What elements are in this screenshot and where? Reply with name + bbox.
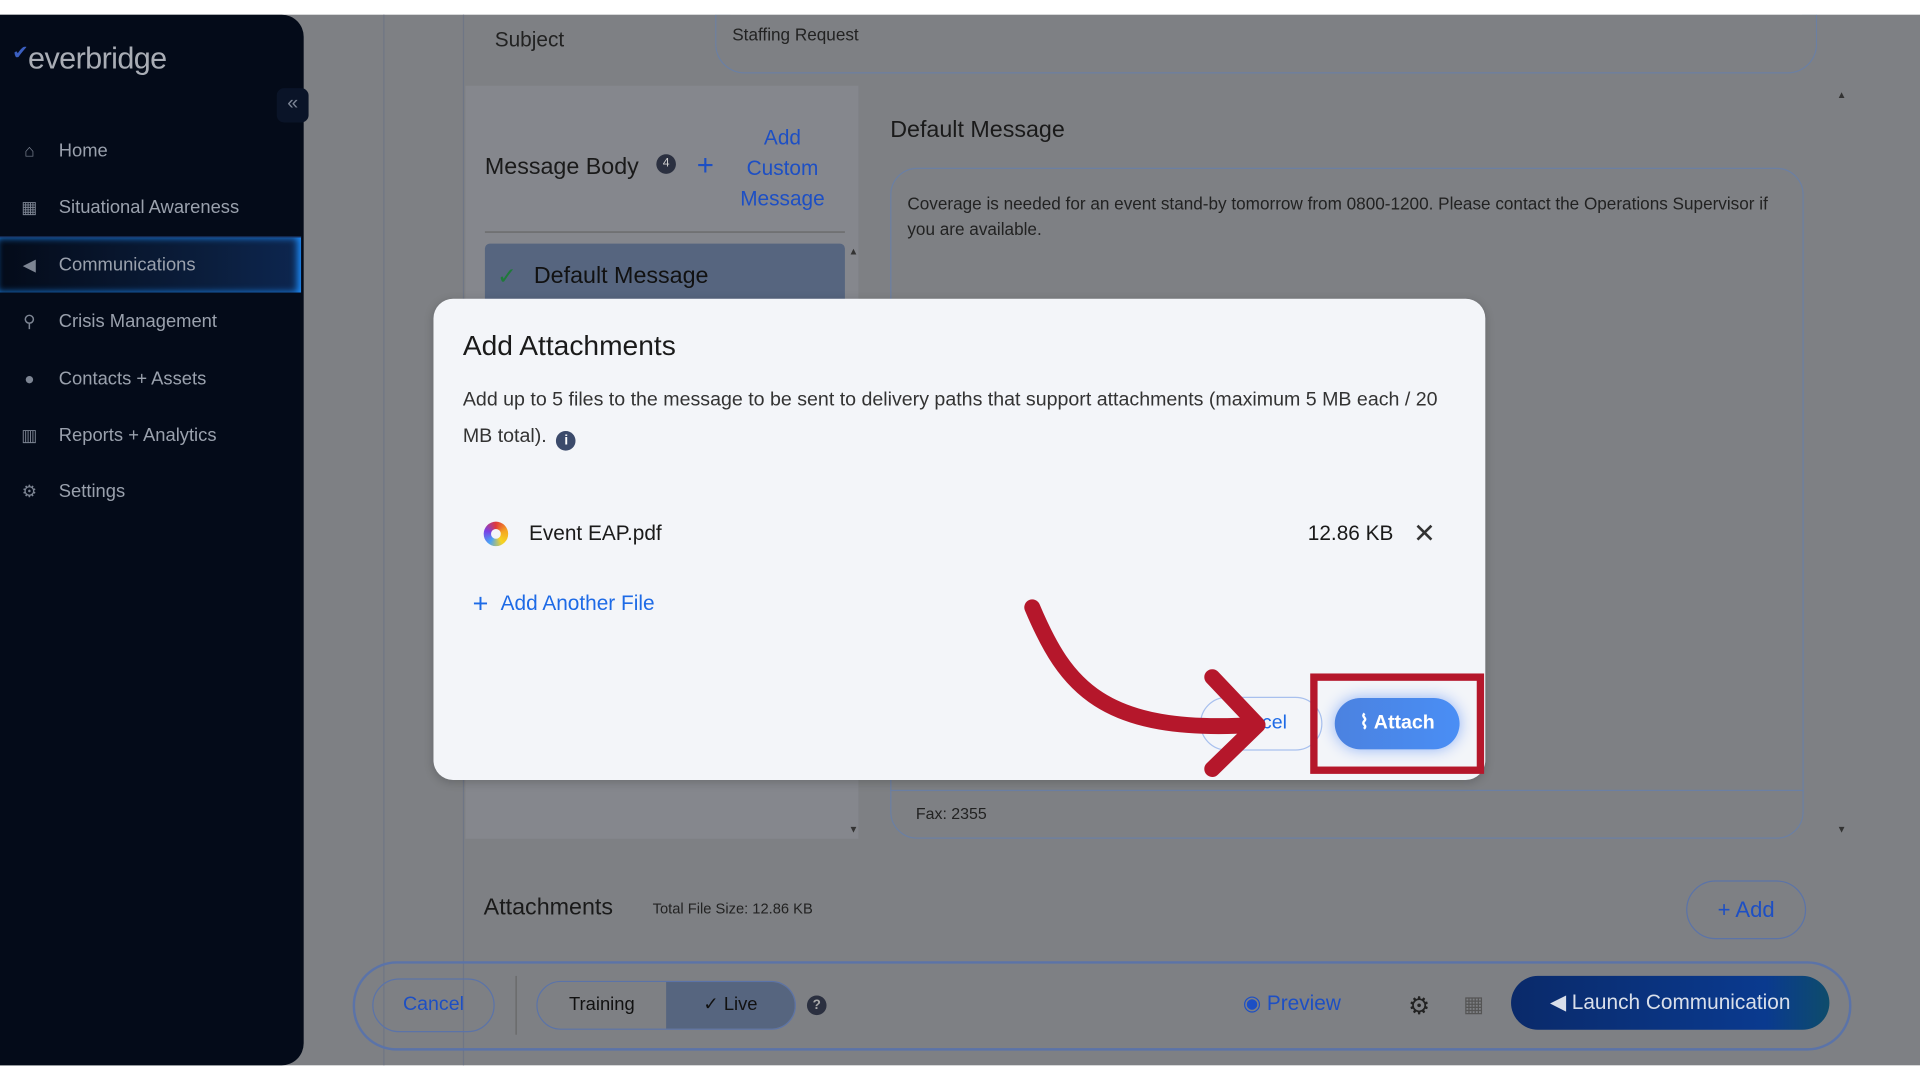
sidebar-item-reports-analytics[interactable]: ▥ Reports + Analytics [0, 407, 301, 463]
check-icon: ✓ [497, 264, 517, 291]
sidebar-item-label: Communications [58, 254, 196, 276]
megaphone-icon: ◀ [1549, 990, 1572, 1014]
scroll-down-icon[interactable]: ▼ [1837, 824, 1847, 835]
fax-label: Fax: 2355 [915, 804, 987, 823]
sidebar-item-contacts-assets[interactable]: ● Contacts + Assets [0, 350, 301, 406]
cancel-button[interactable]: Cancel [372, 978, 495, 1033]
collapse-sidebar-button[interactable]: « [276, 88, 309, 123]
subject-label: Subject [494, 28, 565, 52]
eye-icon: ◉ [1242, 991, 1267, 1016]
add-attachments-dialog: Add Attachments Add up to 5 files to the… [433, 298, 1486, 781]
divider [383, 14, 385, 1066]
sidebar-item-home[interactable]: ⌂ Home [0, 122, 301, 178]
add-another-label: Add Another File [500, 591, 655, 615]
total-file-size: Total File Size: 12.86 KB [652, 900, 813, 918]
attachments-title: Attachments [483, 895, 613, 921]
message-count-badge: 4 [656, 154, 676, 174]
help-icon[interactable]: ? [806, 995, 827, 1016]
sidebar-item-label: Crisis Management [58, 310, 218, 332]
plus-icon[interactable]: + [697, 149, 714, 183]
check-icon: ✓ [703, 994, 724, 1016]
mode-toggle[interactable]: Training ✓ Live [536, 980, 796, 1030]
scroll-down-icon[interactable]: ▼ [849, 824, 859, 835]
default-message-title: Default Message [890, 117, 1065, 144]
remove-file-close-icon[interactable]: ✕ [1413, 518, 1436, 550]
route-icon: ⚲ [23, 310, 36, 331]
preview-button[interactable]: ◉ Preview [1243, 992, 1341, 1016]
sidebar-item-situational-awareness[interactable]: ▦ Situational Awareness [0, 179, 301, 235]
gear-icon[interactable]: ⚙ [1408, 991, 1430, 1022]
add-another-file-link[interactable]: + Add Another File [473, 588, 655, 620]
dialog-cancel-button[interactable]: cel [1200, 696, 1323, 751]
plus-icon: + [1717, 897, 1736, 923]
file-size: 12.86 KB [1307, 521, 1394, 545]
info-icon[interactable]: i [556, 431, 577, 451]
calendar-icon[interactable]: ▦ [1463, 992, 1484, 1018]
scroll-up-icon[interactable]: ▲ [1837, 89, 1847, 100]
divider [890, 789, 1804, 792]
logo: ✔everbridge [12, 41, 167, 78]
megaphone-icon: ◀ [22, 254, 36, 275]
divider [484, 231, 845, 233]
logo-text: everbridge [28, 41, 167, 76]
subject-input[interactable]: Staffing Request [715, 14, 1818, 74]
sidebar-item-communications[interactable]: ◀ Communications [0, 236, 302, 293]
divider [515, 975, 517, 1035]
description-text: Add up to 5 files to the message to be s… [462, 389, 1438, 447]
sidebar-item-label: Home [58, 140, 108, 162]
bar-chart-icon: ▥ [21, 424, 38, 444]
screen: ✔everbridge « ⌂ Home ▦ Situational Awarene… [0, 0, 1920, 1080]
launch-communication-button[interactable]: ◀ Launch Communication [1511, 975, 1830, 1030]
scroll-up-icon[interactable]: ▲ [849, 246, 859, 257]
gear-icon: ⚙ [21, 480, 38, 501]
paperclip-icon: ⌇ [1359, 712, 1374, 734]
attach-label: Attach [1373, 712, 1435, 734]
add-label: Add [1735, 897, 1775, 923]
attach-button[interactable]: ⌇ Attach [1334, 697, 1460, 750]
sidebar-item-label: Situational Awareness [58, 196, 240, 218]
launch-label: Launch Communication [1571, 990, 1791, 1014]
dialog-description: Add up to 5 files to the message to be s… [463, 382, 1455, 455]
sidebar-item-crisis-management[interactable]: ⚲ Crisis Management [0, 293, 301, 349]
default-message-tab[interactable]: ✓ Default Message [484, 243, 845, 301]
sidebar-item-settings[interactable]: ⚙ Settings [0, 463, 301, 519]
file-name: Event EAP.pdf [528, 521, 662, 545]
home-icon: ⌂ [24, 140, 35, 161]
message-body-title: Message Body [484, 154, 639, 181]
file-type-icon [483, 521, 509, 547]
sidebar-item-label: Contacts + Assets [58, 367, 207, 389]
sidebar: ✔everbridge « ⌂ Home ▦ Situational Awarene… [0, 14, 309, 1066]
live-option[interactable]: ✓ Live [666, 982, 795, 1029]
dialog-title: Add Attachments [462, 329, 676, 362]
map-pin-icon: ● [24, 368, 35, 389]
plus-icon: + [472, 587, 489, 619]
preview-label: Preview [1266, 991, 1341, 1016]
tab-label: Default Message [533, 263, 709, 289]
logo-mark-icon: ✔ [12, 42, 29, 64]
map-icon: ▦ [21, 196, 38, 217]
sidebar-item-label: Reports + Analytics [58, 424, 217, 446]
add-custom-message-link[interactable]: Add Custom Message [735, 122, 831, 214]
training-option[interactable]: Training [538, 982, 667, 1029]
add-attachment-button[interactable]: + Add [1686, 880, 1807, 940]
live-label: Live [723, 994, 758, 1016]
sidebar-item-label: Settings [58, 480, 126, 502]
